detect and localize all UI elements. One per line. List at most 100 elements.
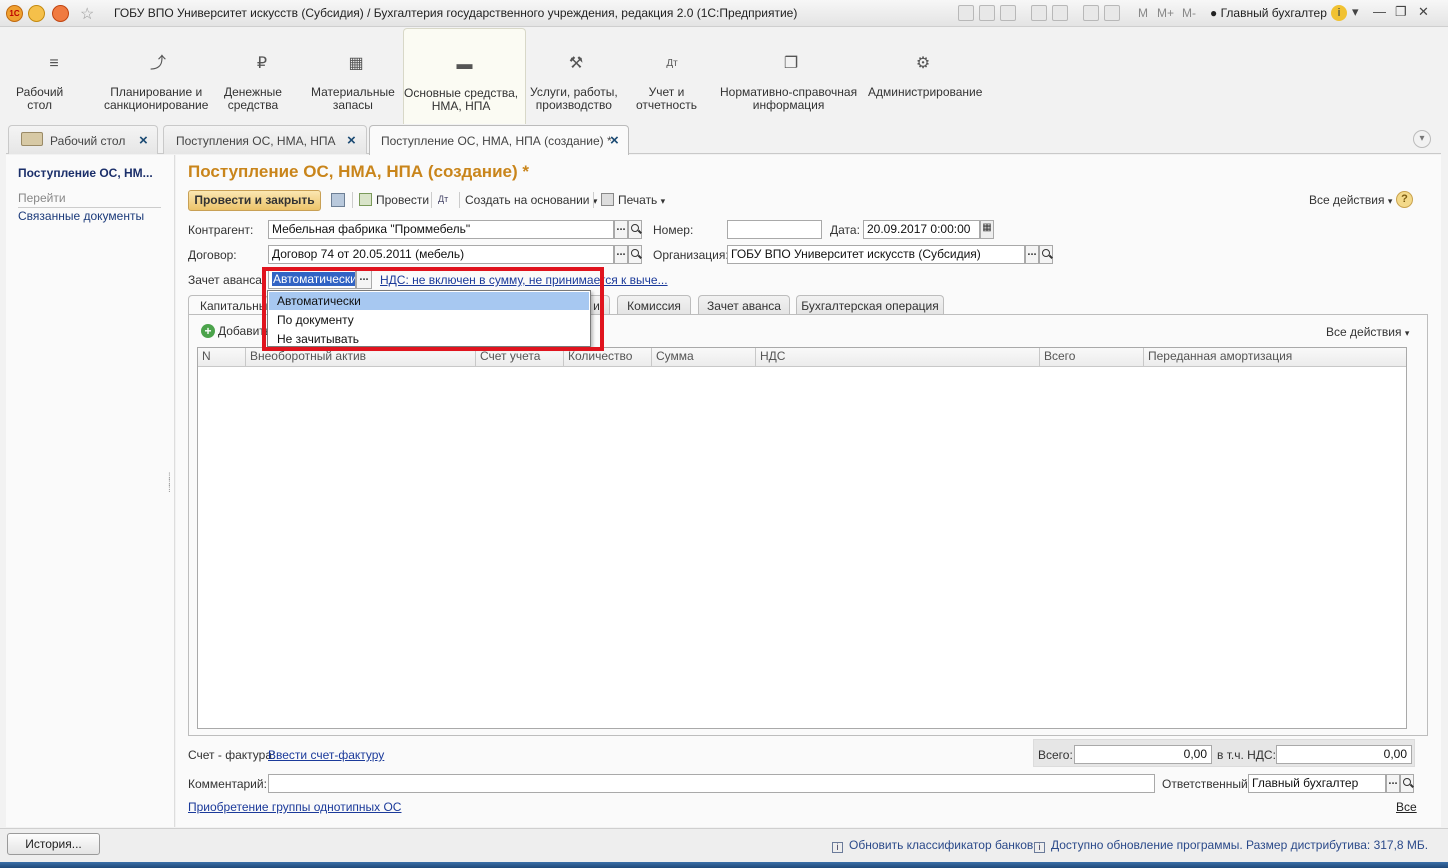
tab-receipts-list[interactable]: Поступления ОС, НМА, НПА ×: [163, 125, 367, 154]
app-window: 1С ☆ ГОБУ ВПО Университет искусств (Субс…: [0, 0, 1448, 862]
tabs-menu-icon[interactable]: ▾: [1413, 130, 1431, 148]
os-taskbar: [0, 862, 1448, 868]
save-icon[interactable]: [958, 5, 974, 21]
advance-offset-label: Зачет аванса:: [188, 273, 266, 287]
close-window-icon[interactable]: ✕: [1418, 4, 1429, 20]
panel-splitter[interactable]: ⁞ ⁞ ⁞: [168, 473, 171, 495]
column-amortization[interactable]: Переданная амортизация: [1144, 348, 1406, 367]
date-field[interactable]: 20.09.2017 0:00:00: [863, 220, 980, 239]
number-field[interactable]: [727, 220, 822, 239]
add-icon: +: [201, 324, 215, 338]
print-icon[interactable]: [979, 5, 995, 21]
toolbar-divider: [593, 192, 594, 208]
app-logo-icon[interactable]: 1С: [6, 5, 23, 22]
responsible-open-icon[interactable]: [1400, 774, 1414, 793]
nav-current-document[interactable]: Поступление ОС, НМ...: [18, 166, 153, 180]
organization-field[interactable]: ГОБУ ВПО Университет искусств (Субсидия): [727, 245, 1025, 264]
toolbar-divider: [431, 192, 432, 208]
organization-select-button[interactable]: ...: [1025, 245, 1039, 264]
grid-icon: ▦: [348, 55, 364, 72]
tab-capital[interactable]: Капитальные: [188, 295, 274, 315]
assets-table[interactable]: N Внеоборотный актив Счет учета Количест…: [197, 347, 1407, 729]
program-update-link[interactable]: i Доступно обновление программы. Размер д…: [1034, 838, 1428, 853]
add-button[interactable]: + Добавить: [201, 324, 271, 338]
ruble-icon: ₽: [256, 55, 268, 72]
comment-label: Комментарий:: [188, 777, 267, 791]
close-tab-icon[interactable]: ×: [610, 132, 619, 149]
all-actions-button[interactable]: Все действия ▾: [1309, 193, 1392, 207]
info-dropdown-icon[interactable]: ▾: [1352, 4, 1359, 20]
contract-select-button[interactable]: ...: [614, 245, 628, 264]
column-vat[interactable]: НДС: [756, 348, 1040, 367]
comment-field[interactable]: [268, 774, 1155, 793]
section-services[interactable]: ⚒ Услуги, работы, производство: [530, 28, 622, 124]
info-icon[interactable]: i: [1331, 5, 1347, 21]
organization-label: Организация:: [653, 248, 729, 262]
tab-desktop[interactable]: Рабочий стол ×: [8, 125, 158, 154]
enter-invoice-link[interactable]: Ввести счет-фактуру: [268, 748, 384, 762]
history-icon[interactable]: [1052, 5, 1068, 21]
responsible-select-button[interactable]: ...: [1386, 774, 1400, 793]
contract-field[interactable]: Договор 74 от 20.05.2011 (мебель): [268, 245, 614, 264]
column-n[interactable]: N: [198, 348, 246, 367]
tab-receipt-create[interactable]: Поступление ОС, НМА, НПА (создание) * ×: [369, 125, 629, 155]
tab-advance-offset[interactable]: Зачет аванса: [698, 295, 790, 315]
info-icon: i: [1034, 842, 1045, 853]
help-icon[interactable]: ?: [1396, 191, 1413, 208]
bookmark-icon[interactable]: [1031, 5, 1047, 21]
user-name: Главный бухгалтер: [1220, 6, 1327, 20]
all-link[interactable]: Все: [1396, 800, 1417, 814]
memory-minus-button[interactable]: M-: [1182, 6, 1196, 20]
nav-link-related-docs[interactable]: Связанные документы: [18, 209, 144, 223]
column-total[interactable]: Всего: [1040, 348, 1144, 367]
column-sum[interactable]: Сумма: [652, 348, 756, 367]
print-button[interactable]: Печать ▾: [601, 193, 665, 207]
favorites-star-icon[interactable]: ☆: [80, 4, 94, 24]
counterparty-field[interactable]: Мебельная фабрика "Проммебель": [268, 220, 614, 239]
memory-button[interactable]: M: [1138, 6, 1148, 20]
counterparty-select-button[interactable]: ...: [614, 220, 628, 239]
close-tab-icon[interactable]: ×: [347, 132, 356, 149]
section-reference[interactable]: ❐ Нормативно-справочная информация: [720, 28, 862, 124]
section-admin[interactable]: ⚙ Администрирование: [868, 28, 982, 124]
section-planning[interactable]: ⤴ Планирование и санкционирование: [104, 28, 212, 124]
organization-open-icon[interactable]: [1039, 245, 1053, 264]
responsible-field[interactable]: Главный бухгалтер: [1248, 774, 1386, 793]
group-acquisition-link[interactable]: Приобретение группы однотипных ОС: [188, 800, 401, 814]
create-based-on-button[interactable]: Создать на основании ▾: [465, 193, 597, 207]
calculator-icon[interactable]: [1083, 5, 1099, 21]
preview-icon[interactable]: [1000, 5, 1016, 21]
calendar-icon[interactable]: ▦: [980, 220, 994, 239]
post-button[interactable]: Провести: [359, 193, 429, 207]
section-money[interactable]: ₽ Денежные средства: [224, 28, 300, 124]
minimize-icon[interactable]: —: [1373, 4, 1386, 19]
bank-classifier-update-link[interactable]: i Обновить классификатор банков: [832, 838, 1033, 853]
dt-kt-icon[interactable]: Дт: [438, 194, 448, 204]
save-icon[interactable]: [331, 193, 345, 207]
left-navigation: Поступление ОС, НМ... Перейти Связанные …: [6, 155, 175, 827]
memory-plus-button[interactable]: M+: [1157, 6, 1174, 20]
current-user[interactable]: ● Главный бухгалтер: [1210, 6, 1327, 20]
restore-icon[interactable]: ❐: [1395, 4, 1407, 20]
contract-open-icon[interactable]: [628, 245, 642, 264]
post-and-close-button[interactable]: Провести и закрыть: [188, 190, 321, 211]
toolbar-divider: [459, 192, 460, 208]
vat-total-field: 0,00: [1276, 745, 1412, 764]
history-button[interactable]: История...: [7, 833, 100, 855]
page-title: Поступление ОС, НМА, НПА (создание) *: [188, 162, 529, 181]
section-desktop[interactable]: ≡ Рабочий стол: [16, 28, 92, 124]
section-accounting[interactable]: Дт Учет и отчетность: [636, 28, 708, 124]
chevron-down-icon: ▾: [660, 196, 666, 206]
calendar-icon[interactable]: [1104, 5, 1120, 21]
main-menu-icon[interactable]: [52, 5, 69, 22]
document-form: Поступление ОС, НМА, НПА (создание) * Пр…: [176, 155, 1441, 827]
menu-arrow-icon[interactable]: [28, 5, 45, 22]
section-fixed-assets[interactable]: ▬ Основные средства, НМА, НПА: [403, 28, 526, 124]
close-tab-icon[interactable]: ×: [139, 132, 148, 149]
table-all-actions-button[interactable]: Все действия ▾: [1326, 325, 1409, 339]
counterparty-open-icon[interactable]: [628, 220, 642, 239]
tab-commission[interactable]: Комиссия: [617, 295, 691, 315]
section-materials[interactable]: ▦ Материальные запасы: [311, 28, 401, 124]
window-title: ГОБУ ВПО Университет искусств (Субсидия)…: [114, 6, 798, 20]
tab-accounting-entry[interactable]: Бухгалтерская операция: [796, 295, 944, 315]
